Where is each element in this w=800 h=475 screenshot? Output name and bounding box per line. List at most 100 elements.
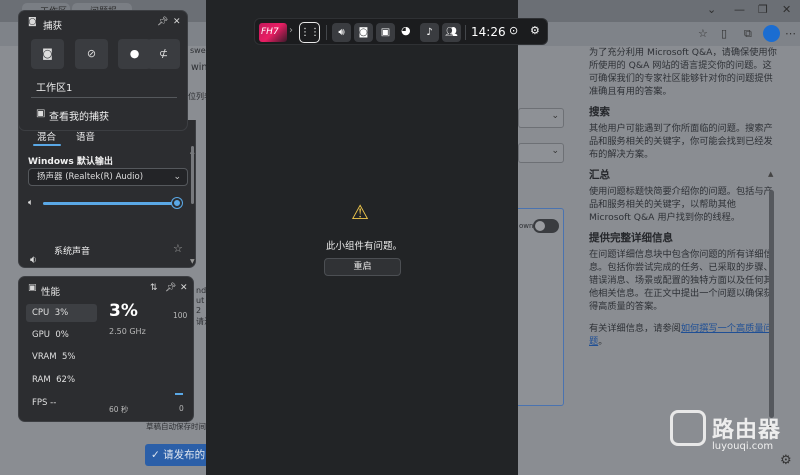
- camera-icon: ◙: [28, 17, 37, 27]
- perf-time-span: 60 秒: [109, 405, 129, 414]
- xbox-icon[interactable]: ◕: [401, 24, 411, 37]
- mic-toggle-button[interactable]: ⊄: [147, 39, 180, 69]
- game-thumbnail[interactable]: FH7: [259, 23, 287, 42]
- perf-current-value: 3%: [109, 301, 138, 321]
- perf-row-ram[interactable]: RAM 62%: [26, 371, 97, 389]
- volume-knob[interactable]: [172, 198, 183, 208]
- chevron-down-icon: ⌄: [551, 111, 559, 121]
- audio-widget-button[interactable]: 🔊︎: [332, 23, 351, 42]
- toolbar-divider: [465, 25, 466, 40]
- mouse-icon[interactable]: ⊙: [509, 24, 518, 37]
- volume-icon[interactable]: 🔈︎: [28, 198, 33, 208]
- capture-widget: ◙ 捕获 📌︎ ✕ ◙ ⊘ ● ⊄ 工作区1 ▣ 查看我的捕获: [18, 10, 188, 131]
- scroll-down-icon[interactable]: ▼: [190, 258, 195, 265]
- grid-icon: ⋮⋮: [300, 27, 320, 38]
- mic-off-icon: ⊄: [158, 47, 169, 60]
- settings-gear-icon[interactable]: ⚙: [530, 24, 540, 37]
- article-intro: 为了充分利用 Microsoft Q&A，请确保使用你所使用的 Q&A 网站的语…: [589, 47, 777, 97]
- section-heading: 提供完整详细信息: [589, 232, 673, 244]
- close-icon[interactable]: ✕: [173, 17, 181, 27]
- camera-icon: ◙: [42, 47, 53, 60]
- monitor-icon: ▣: [380, 27, 391, 38]
- section-heading: 汇总: [589, 169, 610, 181]
- perf-row-gpu[interactable]: GPU 0%: [26, 326, 97, 344]
- perf-axis-min: 0: [179, 404, 184, 413]
- spotify-widget-button[interactable]: ♪: [420, 23, 439, 42]
- submit-button[interactable]: ✓ 请发布的: [145, 444, 209, 466]
- field-fragment: win: [191, 62, 208, 73]
- autosave-note: 草稿自动保存时间: [146, 422, 206, 431]
- options-icon[interactable]: ⇅: [150, 283, 158, 293]
- toggle-switch[interactable]: [533, 219, 559, 233]
- chevron-down-icon: ⌄: [551, 146, 559, 156]
- maximize-icon[interactable]: ❐: [758, 3, 768, 16]
- minimize-icon[interactable]: —: [734, 3, 745, 16]
- divider: [31, 97, 177, 98]
- collections-icon[interactable]: ⧉: [744, 27, 752, 41]
- chevron-down-icon: ⌄: [173, 172, 181, 182]
- system-sounds-label: 系统声音: [54, 247, 91, 257]
- capture-widget-button[interactable]: ◙: [354, 23, 373, 42]
- scroll-up-icon[interactable]: ▲: [768, 170, 773, 178]
- section-body: 在问题详细信息块中包含你问题的所有详细信息。包括你尝试完成的任务、已采取的步骤、…: [589, 249, 773, 312]
- star-icon[interactable]: ☆: [173, 242, 183, 255]
- dropdown-field[interactable]: ⌄: [518, 143, 564, 163]
- output-device-select[interactable]: 扬声器 (Realtek(R) Audio) ⌄: [28, 168, 188, 186]
- section-body: 使用问题标题快简要介绍你的问题。包括与产品和服务相关的关键字，以帮助其他 Mic…: [589, 186, 773, 223]
- chevron-down-icon[interactable]: ⌄: [707, 3, 716, 16]
- master-volume-slider[interactable]: [43, 202, 183, 205]
- section-heading: 搜索: [589, 106, 610, 118]
- active-tab-indicator: [33, 144, 61, 146]
- close-icon[interactable]: ✕: [180, 283, 188, 293]
- speaker-icon[interactable]: 🔉︎: [30, 253, 37, 267]
- view-captures-link[interactable]: 查看我的捕获: [49, 108, 109, 123]
- favorites-icon[interactable]: ☆: [698, 27, 708, 40]
- pin-icon[interactable]: 📌︎: [165, 283, 176, 293]
- camera-icon: ◙: [358, 27, 369, 38]
- social-widget-button[interactable]: 👥︎: [442, 23, 461, 42]
- workspace-label: 工作区1: [36, 83, 73, 94]
- perf-frequency: 2.50 GHz: [109, 327, 146, 336]
- record-last-button[interactable]: ⊘: [75, 39, 108, 69]
- speaker-icon: 🔊︎: [338, 27, 345, 38]
- gear-icon[interactable]: ⚙: [780, 453, 792, 468]
- perf-row-cpu[interactable]: CPU 3%: [26, 304, 97, 322]
- performance-widget-button[interactable]: ▣: [376, 23, 395, 42]
- close-icon[interactable]: ✕: [782, 3, 791, 16]
- dropdown-field[interactable]: ⌄: [518, 108, 564, 128]
- monitor-icon: ▣: [28, 283, 37, 293]
- chevron-right-icon: ›: [289, 25, 293, 36]
- restart-button[interactable]: 重启: [324, 258, 401, 276]
- gallery-icon: ▣: [36, 108, 46, 119]
- page-scrollbar[interactable]: [769, 190, 774, 418]
- split-screen-icon[interactable]: ▯: [721, 27, 727, 40]
- warning-icon: ⚠: [351, 200, 369, 224]
- avatar[interactable]: [763, 25, 780, 42]
- widget-error-message: 此小组件有问题。: [325, 241, 402, 252]
- record-icon: ●: [129, 47, 140, 60]
- audio-scrollbar[interactable]: [191, 146, 194, 204]
- perf-axis-max: 100: [173, 311, 188, 320]
- perf-row-vram[interactable]: VRAM 5%: [26, 348, 97, 366]
- perf-row-fps[interactable]: FPS --: [26, 394, 97, 412]
- widget-menu-button[interactable]: ⋮⋮: [299, 22, 320, 43]
- tab-mix[interactable]: 混合: [37, 129, 56, 143]
- more-icon[interactable]: ⋯: [785, 27, 796, 40]
- article-panel: 为了充分利用 Microsoft Q&A，请确保使用你所使用的 Q&A 网站的语…: [589, 46, 779, 466]
- watermark-url: luyouqi.com: [712, 441, 774, 452]
- toolbar-divider: [326, 25, 327, 40]
- volume-fill: [43, 202, 178, 205]
- question-details-textarea[interactable]: [518, 208, 564, 406]
- perf-graph-line: [175, 393, 183, 395]
- audio-widget: 混合 语音 Windows 默认输出 扬声器 (Realtek(R) Audio…: [18, 120, 196, 268]
- record-last-icon: ⊘: [86, 47, 97, 60]
- capture-title: 捕获: [43, 21, 63, 32]
- screenshot-button[interactable]: ◙: [31, 39, 64, 69]
- performance-widget: ▣ 性能 ⇅ 📌︎ ✕ CPU 3% GPU 0% VRAM 5% RAM 62…: [18, 276, 194, 422]
- router-logo-icon: [670, 410, 706, 446]
- music-icon: ♪: [426, 27, 433, 38]
- pin-icon[interactable]: 📌︎: [157, 17, 168, 27]
- tab-voice[interactable]: 语音: [76, 129, 95, 143]
- field-fragment: 2: [196, 306, 202, 315]
- section-body: 其他用户可能遇到了你所面临的问题。搜索产品和服务相关的关键字，你可能会找到已经发…: [589, 123, 773, 160]
